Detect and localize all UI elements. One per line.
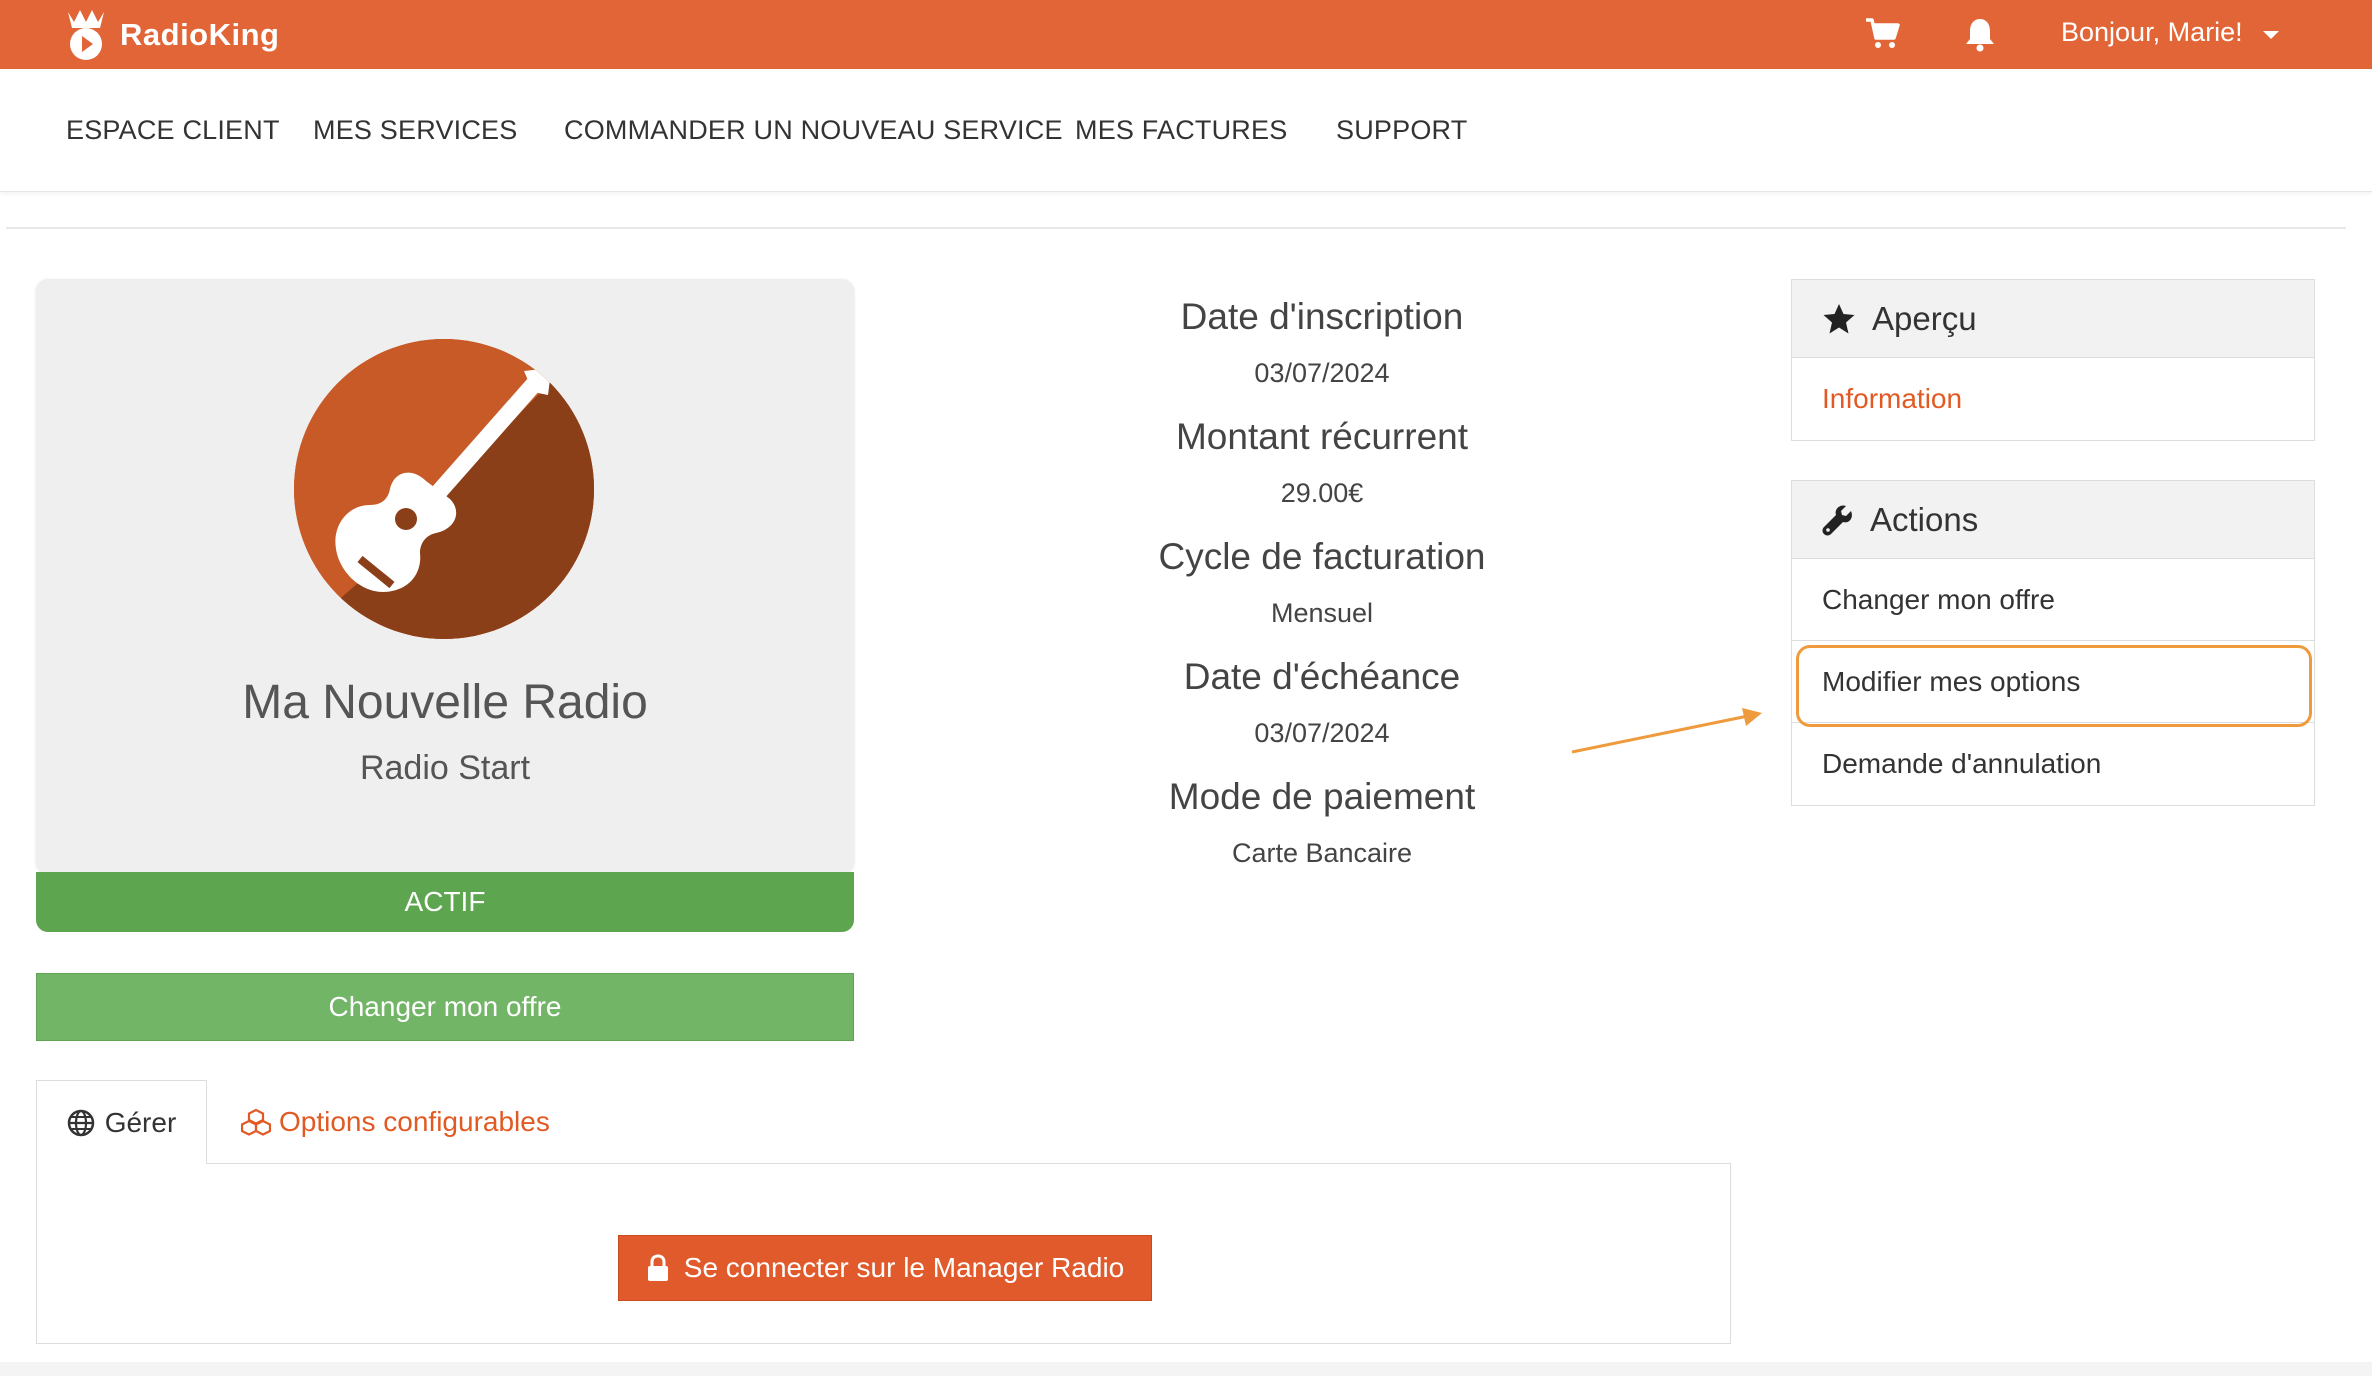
detail-label: Date d'inscription — [1180, 296, 1464, 337]
brand-logo[interactable]: RadioKing — [62, 6, 280, 64]
detail-value: 29.00€ — [1280, 478, 1364, 508]
star-icon — [1823, 303, 1855, 333]
service-tabs: Se connecter sur le Manager Radio Gérer … — [36, 1080, 1731, 1344]
top-bar: RadioKing Bonjour, Marie! — [0, 0, 2372, 69]
cart-icon[interactable] — [1864, 16, 1900, 52]
service-details: Date d'inscription 03/07/2024 Montant ré… — [1100, 290, 1544, 890]
nav-mes-services[interactable]: MES SERVICES — [313, 115, 517, 146]
nav-mes-factures[interactable]: MES FACTURES — [1075, 115, 1287, 146]
connect-manager-button[interactable]: Se connecter sur le Manager Radio — [618, 1235, 1152, 1301]
detail-label: Mode de paiement — [1168, 776, 1476, 817]
product-card: Ma Nouvelle Radio Radio Start — [36, 279, 854, 873]
detail-value: Carte Bancaire — [1231, 838, 1413, 868]
tab-panel-manage: Se connecter sur le Manager Radio — [36, 1163, 1731, 1344]
detail-value: Mensuel — [1270, 598, 1374, 628]
cubes-icon — [241, 1108, 271, 1136]
detail-value: 03/07/2024 — [1254, 358, 1390, 388]
information-link[interactable]: Information — [1792, 358, 2314, 440]
action-cancel-request[interactable]: Demande d'annulation — [1792, 723, 2314, 805]
brand-name: RadioKing — [120, 17, 280, 52]
nav-espace-client[interactable]: ESPACE CLIENT — [66, 115, 280, 146]
bell-icon[interactable] — [1964, 16, 2000, 52]
tab-manage[interactable]: Gérer — [36, 1080, 207, 1164]
detail-label: Date d'échéance — [1183, 656, 1461, 697]
pointer-arrow — [1571, 708, 1762, 754]
actions-panel: Actions Changer mon offre Modifier mes o… — [1791, 480, 2315, 806]
overview-panel: Aperçu Information — [1791, 279, 2315, 441]
actions-title: Actions — [1870, 500, 1979, 538]
overview-header: Aperçu — [1792, 280, 2314, 358]
action-change-offer[interactable]: Changer mon offre — [1792, 559, 2314, 641]
radio-name: Ma Nouvelle Radio — [242, 676, 648, 729]
detail-value: 03/07/2024 — [1254, 718, 1390, 748]
lock-icon — [647, 1254, 668, 1281]
nav-commander[interactable]: COMMANDER UN NOUVEAU SERVICE — [564, 115, 1063, 146]
divider — [6, 227, 2346, 229]
user-menu[interactable]: Bonjour, Marie! — [2061, 17, 2279, 48]
wrench-icon — [1822, 505, 1852, 535]
guitar-icon — [294, 339, 594, 639]
change-offer-button[interactable]: Changer mon offre — [36, 973, 854, 1041]
tab-manage-label: Gérer — [104, 1106, 177, 1138]
tab-options-label: Options configurables — [279, 1106, 550, 1137]
nav-support[interactable]: SUPPORT — [1336, 115, 1467, 146]
greeting-text: Bonjour, Marie! — [2061, 17, 2243, 47]
highlight-outline — [1796, 645, 2312, 727]
connect-label: Se connecter sur le Manager Radio — [683, 1252, 1125, 1283]
radio-plan: Radio Start — [359, 749, 531, 787]
globe-icon — [67, 1109, 94, 1136]
crown-play-icon — [62, 8, 110, 62]
page-footer-strip — [0, 1362, 2372, 1376]
detail-label: Montant récurrent — [1175, 416, 1469, 457]
caret-down-icon — [2262, 30, 2279, 39]
overview-title: Aperçu — [1872, 299, 1977, 337]
tab-configurable-options[interactable]: Options configurables — [241, 1080, 550, 1164]
main-nav: ESPACE CLIENT MES SERVICES COMMANDER UN … — [0, 69, 2372, 192]
status-badge: ACTIF — [36, 872, 854, 932]
detail-label: Cycle de facturation — [1158, 536, 1486, 577]
actions-header: Actions — [1792, 481, 2314, 559]
